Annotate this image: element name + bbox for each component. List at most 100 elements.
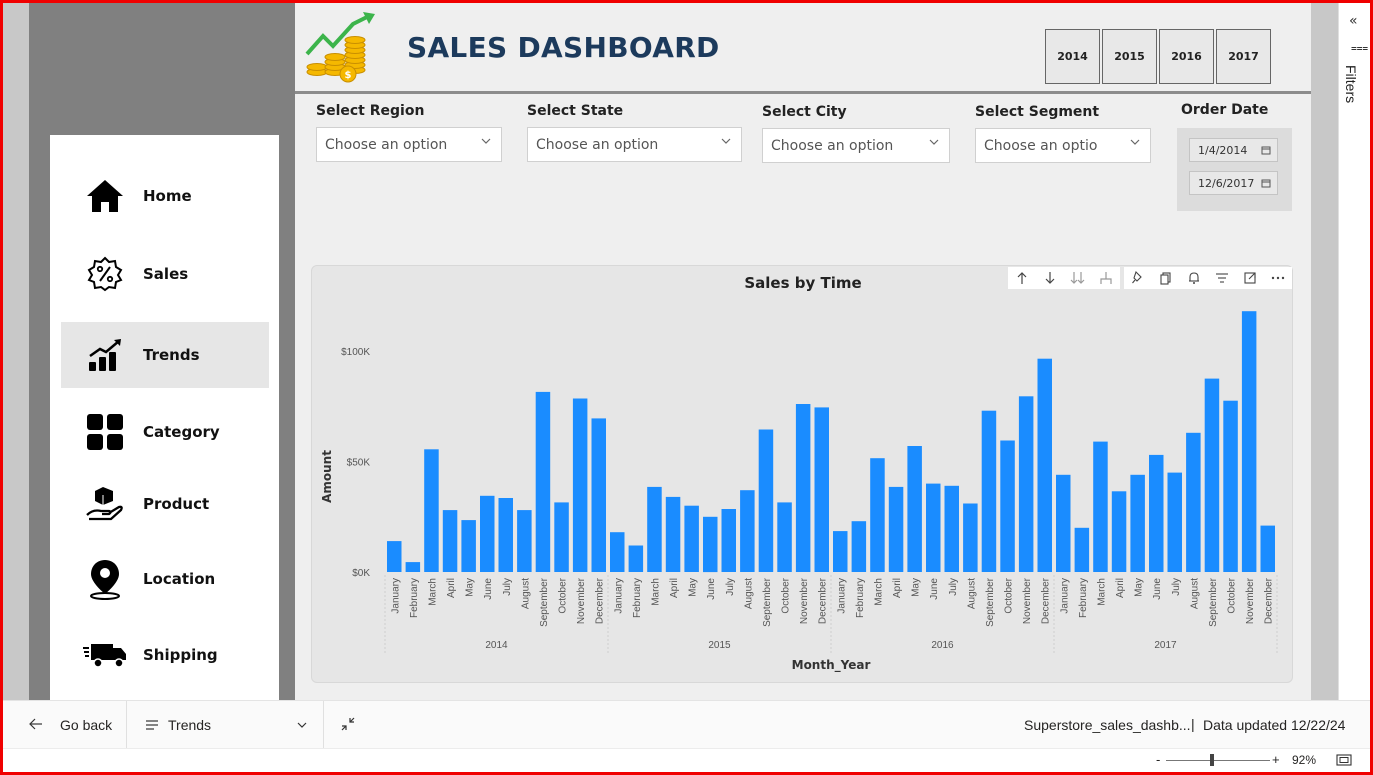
pin-icon[interactable] <box>1124 267 1152 289</box>
bar <box>1260 525 1275 572</box>
x-tick-label: December <box>595 577 606 624</box>
filter-icon[interactable] <box>1208 267 1236 289</box>
bar <box>1093 441 1108 572</box>
bar <box>572 398 588 572</box>
bar <box>777 502 792 572</box>
drill-down-icon[interactable] <box>1036 267 1064 289</box>
nav-item-trends[interactable]: Trends <box>61 322 269 388</box>
region-dropdown[interactable]: Choose an option <box>316 127 502 162</box>
bar <box>926 483 941 572</box>
bar <box>535 391 551 572</box>
year-button-2015[interactable]: 2015 <box>1102 29 1157 84</box>
state-slicer-title: Select State <box>527 103 624 119</box>
copy-icon[interactable] <box>1152 267 1180 289</box>
segment-dropdown-value: Choose an optio <box>984 137 1098 154</box>
go-back-button[interactable]: Go back <box>60 717 112 733</box>
exit-full-screen-icon[interactable] <box>341 717 355 731</box>
start-date-field[interactable]: 1/4/2014 <box>1189 138 1278 162</box>
truck-icon <box>83 633 127 677</box>
nav-item-sales[interactable]: Sales <box>61 241 269 307</box>
filter-icon: ⩶ <box>1351 43 1369 54</box>
bar <box>981 410 997 572</box>
bar <box>814 407 829 572</box>
city-dropdown-value: Choose an option <box>771 137 894 154</box>
calendar-icon[interactable] <box>1261 178 1271 188</box>
x-tick-label: July <box>1171 578 1182 596</box>
bar <box>1056 474 1071 572</box>
bar <box>1000 440 1015 572</box>
trend-chart-icon <box>83 333 127 377</box>
x-tick-label: March <box>1097 578 1108 606</box>
nav-item-home[interactable]: Home <box>61 163 269 229</box>
page-title: SALES DASHBOARD <box>407 31 720 64</box>
x-tick-label: June <box>929 578 940 600</box>
drill-up-icon[interactable] <box>1008 267 1036 289</box>
zoom-slider[interactable] <box>1166 760 1270 761</box>
left-gutter <box>3 3 29 700</box>
bar <box>740 490 755 572</box>
x-tick-label: July <box>948 578 959 596</box>
state-dropdown[interactable]: Choose an option <box>527 127 742 162</box>
y-tick-label: $100K <box>341 347 370 358</box>
arrow-left-icon[interactable] <box>29 718 43 730</box>
zoom-in-button[interactable]: + <box>1272 752 1280 767</box>
x-axis-label: Month_Year <box>792 658 871 673</box>
zoom-out-button[interactable]: - <box>1156 752 1160 767</box>
data-updated-text: Data updated 12/22/24 <box>1203 717 1346 733</box>
chevron-down-icon[interactable] <box>297 721 307 729</box>
nav-item-location[interactable]: Location <box>61 546 269 612</box>
page-selector[interactable]: Trends <box>168 717 211 733</box>
nav-item-category[interactable]: Category <box>61 399 269 465</box>
filters-pane[interactable]: « ⩶ Filters <box>1338 3 1370 700</box>
nav-label-product: Product <box>143 495 210 513</box>
year-button-2014[interactable]: 2014 <box>1045 29 1100 84</box>
fit-to-page-icon[interactable] <box>1336 754 1352 766</box>
zoom-slider-handle[interactable] <box>1210 754 1214 766</box>
x-tick-label: October <box>781 577 792 613</box>
end-date-field[interactable]: 12/6/2017 <box>1189 171 1278 195</box>
x-tick-label: July <box>725 578 736 596</box>
bar <box>554 502 569 572</box>
year-group-label: 2015 <box>708 640 731 651</box>
more-options-icon[interactable] <box>1264 267 1292 289</box>
header-divider <box>295 91 1311 94</box>
order-date-title: Order Date <box>1181 102 1269 118</box>
nav-label-home: Home <box>143 187 192 205</box>
calendar-icon[interactable] <box>1261 145 1271 155</box>
x-tick-label: October <box>558 577 569 613</box>
grid-icon <box>83 410 127 454</box>
bar <box>944 485 959 572</box>
x-tick-label: December <box>1041 577 1052 624</box>
collapse-icon[interactable]: « <box>1349 13 1358 29</box>
x-tick-label: May <box>465 578 476 597</box>
bar <box>907 446 922 572</box>
bar <box>833 531 848 572</box>
city-dropdown[interactable]: Choose an option <box>762 128 950 163</box>
focus-mode-icon[interactable] <box>1236 267 1264 289</box>
year-button-2016[interactable]: 2016 <box>1159 29 1214 84</box>
region-slicer-title: Select Region <box>316 103 425 119</box>
bar <box>1241 311 1257 572</box>
bar <box>1037 358 1052 572</box>
expand-next-level-icon[interactable] <box>1064 267 1092 289</box>
year-button-2017[interactable]: 2017 <box>1216 29 1271 84</box>
bar <box>665 496 681 572</box>
x-tick-label: November <box>1022 577 1033 624</box>
bar <box>963 503 978 572</box>
chevron-down-icon <box>481 138 491 144</box>
x-tick-label: May <box>688 578 699 597</box>
nav-label-trends: Trends <box>143 346 200 364</box>
right-gutter <box>1311 3 1338 700</box>
bar <box>1074 527 1090 572</box>
expand-all-icon[interactable] <box>1092 267 1120 289</box>
x-tick-label: September <box>762 577 773 627</box>
hand-box-icon <box>83 482 127 526</box>
segment-dropdown[interactable]: Choose an optio <box>975 128 1151 163</box>
nav-item-shipping[interactable]: Shipping <box>61 622 269 688</box>
bell-icon[interactable] <box>1180 267 1208 289</box>
x-tick-label: March <box>874 578 885 606</box>
svg-text:$: $ <box>345 70 352 81</box>
nav-item-product[interactable]: Product <box>61 471 269 537</box>
chevron-down-icon <box>1130 139 1140 145</box>
bar <box>517 510 532 572</box>
